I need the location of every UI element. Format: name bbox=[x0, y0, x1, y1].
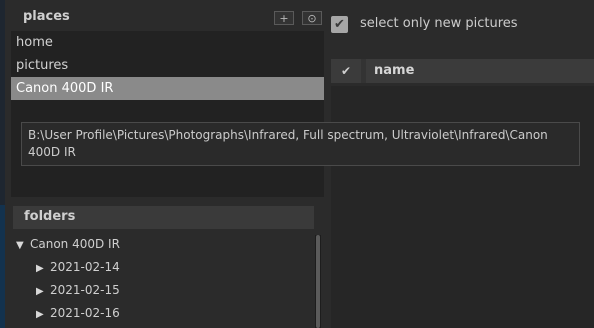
name-column-header[interactable]: name bbox=[366, 59, 594, 83]
place-item-canon-400d-ir[interactable]: Canon 400D IR bbox=[11, 77, 324, 100]
check-column-header[interactable]: ✔ bbox=[331, 59, 361, 83]
select-new-checkbox[interactable]: ✔ bbox=[331, 16, 348, 33]
places-header: places + ⊙ bbox=[13, 6, 326, 30]
folder-item[interactable]: ▶ 2021-02-15 bbox=[36, 279, 120, 301]
add-place-button[interactable]: + bbox=[274, 11, 294, 25]
folder-label: Canon 400D IR bbox=[30, 237, 120, 251]
folder-label: 2021-02-16 bbox=[50, 306, 120, 320]
select-new-label[interactable]: select only new pictures bbox=[360, 16, 518, 31]
folders-title: folders bbox=[24, 209, 76, 224]
collapsed-arrow-icon[interactable]: ▶ bbox=[36, 281, 50, 303]
import-dialog: places + ⊙ home pictures Canon 400D IR B… bbox=[0, 0, 594, 328]
place-item-home[interactable]: home bbox=[11, 31, 324, 54]
expanded-arrow-icon[interactable]: ▼ bbox=[16, 235, 30, 257]
place-item-pictures[interactable]: pictures bbox=[11, 54, 324, 77]
folder-item[interactable]: ▼ Canon 400D IR bbox=[16, 233, 120, 255]
folder-item[interactable]: ▶ 2021-02-14 bbox=[36, 256, 120, 278]
folders-scrollbar-thumb[interactable] bbox=[316, 235, 320, 328]
folders-header: folders bbox=[13, 206, 314, 229]
folders-scrollbar[interactable] bbox=[315, 235, 321, 328]
path-tooltip: B:\User Profile\Pictures\Photographs\Inf… bbox=[21, 122, 580, 166]
places-list: home pictures Canon 400D IR bbox=[11, 31, 324, 197]
folder-item[interactable]: ▶ 2021-02-16 bbox=[36, 302, 120, 324]
folder-label: 2021-02-15 bbox=[50, 283, 120, 297]
places-title: places bbox=[23, 9, 70, 24]
window-edge bbox=[0, 0, 5, 328]
files-table-header: ✔ name bbox=[331, 59, 594, 83]
folders-tree: ▼ Canon 400D IR ▶ 2021-02-14 ▶ 2021-02-15 ▶… bbox=[11, 232, 314, 328]
collapsed-arrow-icon[interactable]: ▶ bbox=[36, 258, 50, 280]
places-options-button[interactable]: ⊙ bbox=[302, 11, 322, 25]
folder-label: 2021-02-14 bbox=[50, 260, 120, 274]
window-edge-accent bbox=[0, 205, 5, 328]
collapsed-arrow-icon[interactable]: ▶ bbox=[36, 304, 50, 326]
